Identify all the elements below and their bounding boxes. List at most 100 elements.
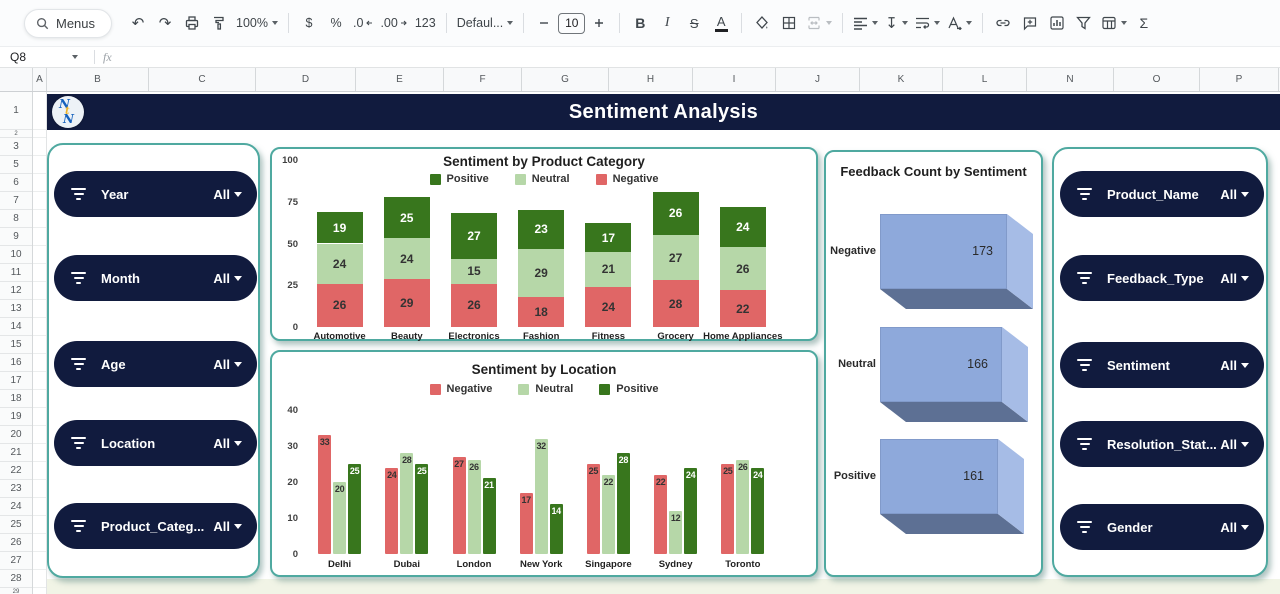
zoom-select[interactable]: 100%: [233, 9, 281, 37]
name-box[interactable]: Q8: [0, 50, 86, 64]
filter-gender[interactable]: GenderAll: [1060, 504, 1264, 550]
cell-a8[interactable]: [33, 210, 46, 228]
insert-chart-button[interactable]: [1044, 9, 1070, 37]
row-header-18[interactable]: 18: [0, 390, 32, 408]
cell-a14[interactable]: [33, 318, 46, 336]
strikethrough-button[interactable]: S: [681, 9, 707, 37]
row-header-27[interactable]: 27: [0, 552, 32, 570]
column-header-B[interactable]: B: [47, 68, 149, 91]
decrease-font-size-button[interactable]: [531, 9, 557, 37]
increase-decimal-button[interactable]: .00: [377, 9, 410, 37]
cell-a21[interactable]: [33, 444, 46, 462]
cell-a26[interactable]: [33, 534, 46, 552]
row-header-29[interactable]: 29: [0, 588, 32, 594]
cell-a11[interactable]: [33, 264, 46, 282]
filter-year[interactable]: YearAll: [54, 171, 257, 217]
row-header-8[interactable]: 8: [0, 210, 32, 228]
row-header-26[interactable]: 26: [0, 534, 32, 552]
row-header-16[interactable]: 16: [0, 354, 32, 372]
functions-button[interactable]: Σ: [1131, 9, 1157, 37]
column-header-J[interactable]: J: [776, 68, 860, 91]
column-header-N[interactable]: N: [1027, 68, 1114, 91]
column-header-I[interactable]: I: [693, 68, 776, 91]
filter-value-dropdown[interactable]: All: [1220, 520, 1249, 535]
filter-value-dropdown[interactable]: All: [213, 357, 242, 372]
cell-a15[interactable]: [33, 336, 46, 354]
horizontal-align-button[interactable]: [850, 9, 881, 37]
row-header-28[interactable]: 28: [0, 570, 32, 588]
row-header-19[interactable]: 19: [0, 408, 32, 426]
row-header-1[interactable]: 1: [0, 92, 32, 130]
filter-sentiment[interactable]: SentimentAll: [1060, 342, 1264, 388]
row-header-15[interactable]: 15: [0, 336, 32, 354]
font-family-select[interactable]: Defaul...: [454, 9, 517, 37]
undo-button[interactable]: ↶: [125, 9, 151, 37]
column-header-D[interactable]: D: [256, 68, 356, 91]
insert-link-button[interactable]: [990, 9, 1016, 37]
cell-a29[interactable]: [33, 588, 46, 594]
font-size-input[interactable]: 10: [558, 13, 585, 34]
cell-a13[interactable]: [33, 300, 46, 318]
bold-button[interactable]: B: [627, 9, 653, 37]
format-percent-button[interactable]: %: [323, 9, 349, 37]
row-header-24[interactable]: 24: [0, 498, 32, 516]
column-header-E[interactable]: E: [356, 68, 444, 91]
filter-value-dropdown[interactable]: All: [1220, 358, 1249, 373]
decrease-decimal-button[interactable]: .0: [350, 9, 376, 37]
merge-cells-button[interactable]: [803, 9, 835, 37]
cell-a5[interactable]: [33, 156, 46, 174]
row-header-12[interactable]: 12: [0, 282, 32, 300]
column-header-K[interactable]: K: [860, 68, 943, 91]
row-header-13[interactable]: 13: [0, 300, 32, 318]
cell-a10[interactable]: [33, 246, 46, 264]
filter-value-dropdown[interactable]: All: [1220, 437, 1249, 452]
cell-a17[interactable]: [33, 372, 46, 390]
row-header-17[interactable]: 17: [0, 372, 32, 390]
row-header-7[interactable]: 7: [0, 192, 32, 210]
row-header-3[interactable]: 3: [0, 138, 32, 156]
chart-product-category[interactable]: Sentiment by Product CategoryPositiveNeu…: [270, 147, 818, 341]
cell-a24[interactable]: [33, 498, 46, 516]
row-header-20[interactable]: 20: [0, 426, 32, 444]
redo-button[interactable]: ↷: [152, 9, 178, 37]
column-header-A[interactable]: A: [33, 68, 47, 91]
row-header-11[interactable]: 11: [0, 264, 32, 282]
filter-feedback-type[interactable]: Feedback_TypeAll: [1060, 255, 1264, 301]
row-header-22[interactable]: 22: [0, 462, 32, 480]
paint-format-button[interactable]: [206, 9, 232, 37]
select-all-corner[interactable]: [0, 68, 33, 91]
filter-value-dropdown[interactable]: All: [213, 271, 242, 286]
column-header-C[interactable]: C: [149, 68, 256, 91]
column-header-F[interactable]: F: [444, 68, 522, 91]
row-header-23[interactable]: 23: [0, 480, 32, 498]
column-header-O[interactable]: O: [1114, 68, 1200, 91]
text-wrap-button[interactable]: [912, 9, 943, 37]
cell-a25[interactable]: [33, 516, 46, 534]
filter-value-dropdown[interactable]: All: [213, 519, 242, 534]
cell-a23[interactable]: [33, 480, 46, 498]
cell-a3[interactable]: [33, 138, 46, 156]
filter-value-dropdown[interactable]: All: [213, 187, 242, 202]
column-header-G[interactable]: G: [522, 68, 609, 91]
cell-a6[interactable]: [33, 174, 46, 192]
filter-resolution-stat-[interactable]: Resolution_Stat...All: [1060, 421, 1264, 467]
italic-button[interactable]: I: [654, 9, 680, 37]
filter-month[interactable]: MonthAll: [54, 255, 257, 301]
vertical-align-button[interactable]: ↧: [882, 9, 911, 37]
cell-a1[interactable]: [33, 92, 46, 130]
filter-product-categ-[interactable]: Product_Categ...All: [54, 503, 257, 549]
row-header-25[interactable]: 25: [0, 516, 32, 534]
row-header-9[interactable]: 9: [0, 228, 32, 246]
cell-a9[interactable]: [33, 228, 46, 246]
cell-a20[interactable]: [33, 426, 46, 444]
cell-a22[interactable]: [33, 462, 46, 480]
cell-a28[interactable]: [33, 570, 46, 588]
column-header-P[interactable]: P: [1200, 68, 1279, 91]
cell-a16[interactable]: [33, 354, 46, 372]
search-menus-button[interactable]: Menus: [24, 9, 112, 38]
borders-button[interactable]: [776, 9, 802, 37]
filter-value-dropdown[interactable]: All: [213, 436, 242, 451]
table-views-button[interactable]: [1098, 9, 1130, 37]
row-header-6[interactable]: 6: [0, 174, 32, 192]
filter-value-dropdown[interactable]: All: [1220, 271, 1249, 286]
